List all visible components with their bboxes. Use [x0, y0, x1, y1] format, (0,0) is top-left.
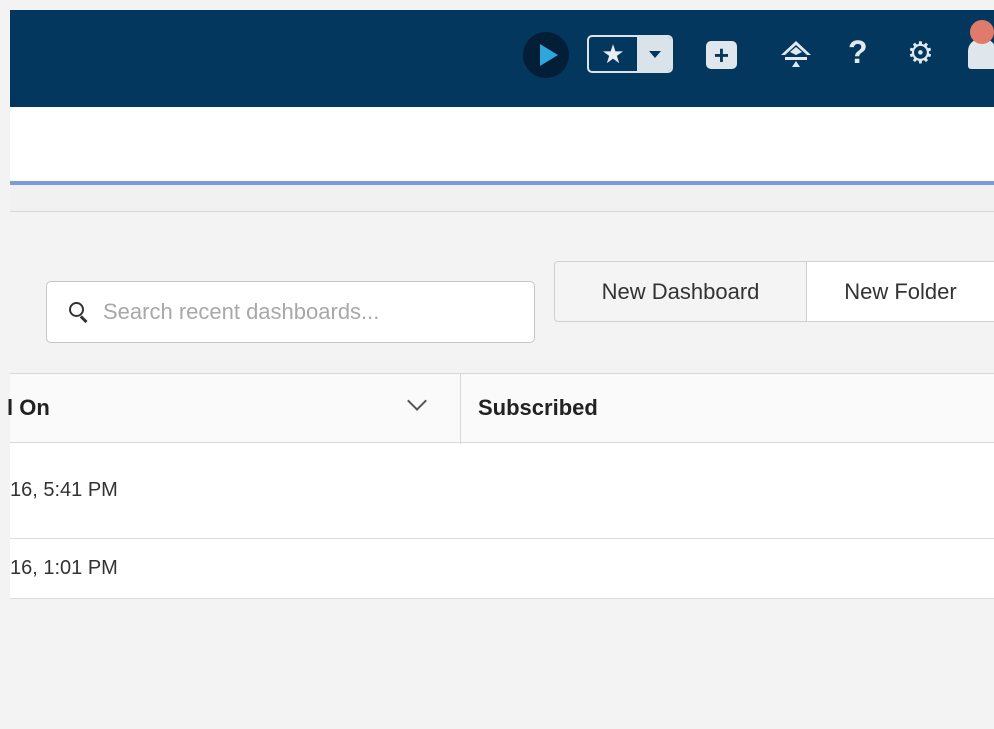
notification-badge [970, 20, 994, 44]
favorites-button-group: ★ [587, 35, 673, 73]
favorites-dropdown[interactable] [639, 37, 671, 71]
created-on-cell: 16, 5:41 PM [10, 479, 118, 501]
help-icon[interactable]: ? [848, 36, 868, 68]
page-header-area [10, 107, 994, 182]
chevron-down-icon[interactable] [407, 391, 427, 411]
action-buttons: New Dashboard New Folder [554, 261, 994, 323]
column-header-created-on[interactable]: l On [7, 374, 460, 442]
dashboards-page: ★ + ? ⚙ New Dashboard New Folder [0, 0, 994, 729]
star-icon[interactable]: ★ [589, 37, 639, 71]
empty-area [10, 599, 994, 729]
table-row[interactable]: 16, 5:41 PM [10, 443, 994, 539]
table-header: l On Subscribed [7, 373, 994, 444]
column-label: Subscribed [478, 395, 598, 420]
gear-icon[interactable]: ⚙ [907, 39, 934, 69]
trailhead-icon[interactable] [780, 40, 812, 73]
table-row[interactable]: 16, 1:01 PM [10, 539, 994, 599]
search-box [46, 281, 535, 343]
column-header-subscribed[interactable]: Subscribed [460, 374, 598, 442]
chevron-down-icon [649, 50, 661, 58]
plus-icon[interactable]: + [706, 41, 737, 69]
search-icon [69, 302, 89, 323]
new-folder-button[interactable]: New Folder [806, 261, 994, 322]
global-header: ★ + ? ⚙ [10, 10, 994, 107]
created-on-cell: 16, 1:01 PM [10, 557, 118, 579]
dashboards-table: l On Subscribed 16, 5:41 PM 16, 1:01 PM [7, 373, 994, 599]
column-divider[interactable] [460, 374, 461, 444]
column-label: l On [7, 395, 50, 420]
new-dashboard-button[interactable]: New Dashboard [554, 261, 806, 322]
play-icon[interactable] [523, 32, 569, 78]
tab-strip [10, 185, 994, 212]
search-input[interactable] [103, 299, 483, 325]
